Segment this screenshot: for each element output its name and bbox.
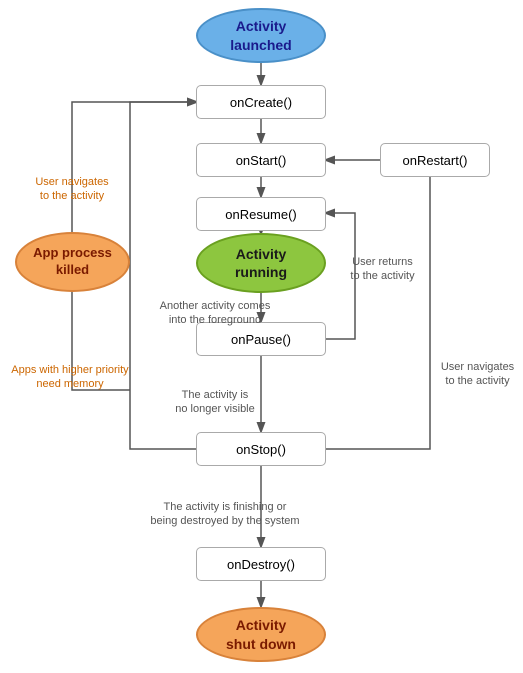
apps-higher-priority-label: Apps with higher priorityneed memory	[10, 363, 130, 392]
activity-launched-label: Activitylaunched	[230, 17, 291, 53]
user-returns-label: User returnsto the activity	[335, 255, 430, 284]
activity-shutdown-node: Activityshut down	[196, 607, 326, 662]
on-pause-label: onPause()	[231, 332, 291, 347]
activity-running-label: Activityrunning	[235, 245, 287, 281]
on-resume-node: onResume()	[196, 197, 326, 231]
on-stop-node: onStop()	[196, 432, 326, 466]
user-navigates-label: User navigatesto the activity	[22, 175, 122, 204]
another-activity-label: Another activity comesinto the foregroun…	[145, 299, 285, 328]
on-create-node: onCreate()	[196, 85, 326, 119]
activity-lifecycle-diagram: Activitylaunched onCreate() onStart() on…	[0, 0, 523, 673]
on-start-label: onStart()	[236, 153, 287, 168]
on-resume-label: onResume()	[225, 207, 297, 222]
on-restart-node: onRestart()	[380, 143, 490, 177]
activity-running-node: Activityrunning	[196, 233, 326, 293]
on-stop-label: onStop()	[236, 442, 286, 457]
app-process-killed-node: App processkilled	[15, 232, 130, 292]
on-destroy-label: onDestroy()	[227, 557, 295, 572]
finishing-label: The activity is finishing orbeing destro…	[140, 500, 310, 529]
on-restart-label: onRestart()	[402, 153, 467, 168]
on-create-label: onCreate()	[230, 95, 292, 110]
user-navigates2-label: User navigatesto the activity	[435, 360, 520, 389]
no-longer-visible-label: The activity isno longer visible	[145, 388, 285, 417]
app-process-killed-label: App processkilled	[33, 245, 112, 279]
on-start-node: onStart()	[196, 143, 326, 177]
on-destroy-node: onDestroy()	[196, 547, 326, 581]
activity-shutdown-label: Activityshut down	[226, 616, 296, 652]
activity-launched-node: Activitylaunched	[196, 8, 326, 63]
